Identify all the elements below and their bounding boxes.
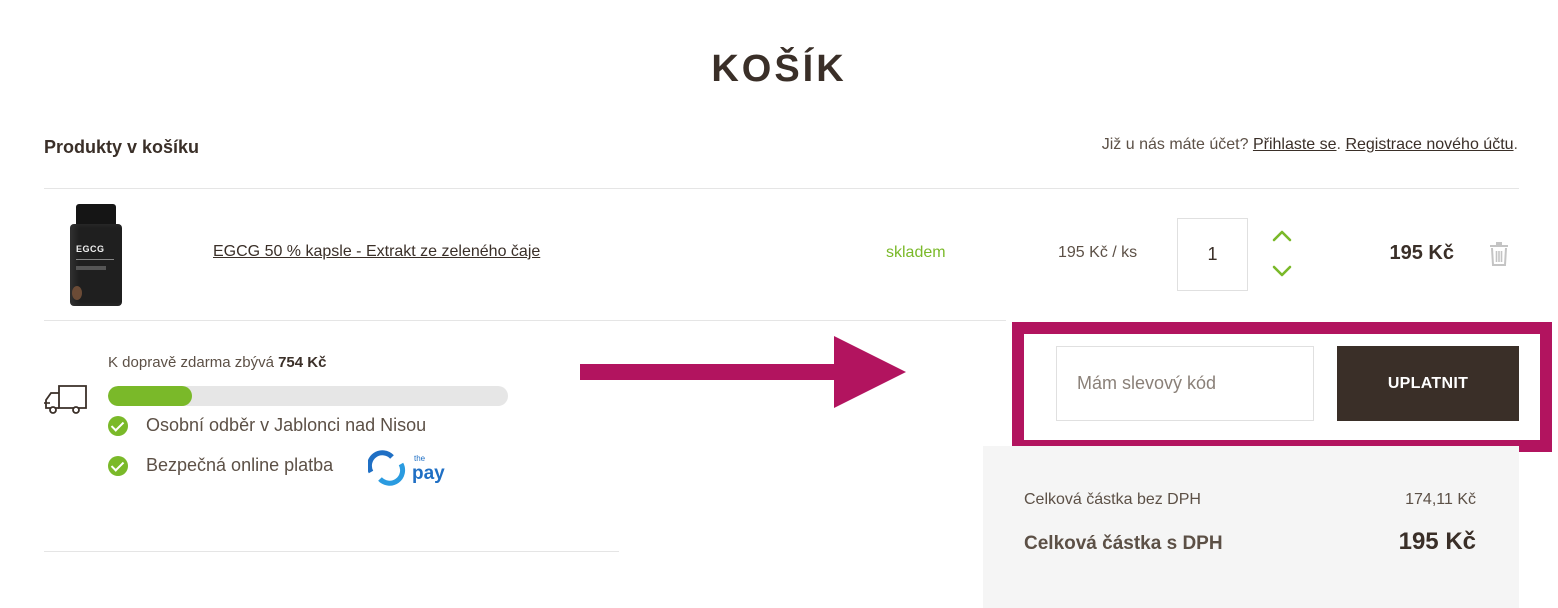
- annotation-arrow-icon: [580, 336, 906, 408]
- quantity-decrease-chevron-down-icon[interactable]: [1270, 262, 1294, 280]
- jar-leaf: [72, 286, 82, 300]
- row-total-price: 195 Kč: [1389, 242, 1455, 264]
- product-thumbnail[interactable]: EGCG: [70, 204, 122, 308]
- divider-top: [44, 188, 1519, 189]
- unit-price: 195 Kč / ks: [1058, 244, 1138, 261]
- account-separator: .: [1336, 136, 1341, 153]
- free-shipping-amount: 754 Kč: [278, 354, 327, 371]
- order-totals: Celková částka bez DPH 174,11 Kč Celková…: [983, 446, 1519, 608]
- jar-body: EGCG: [70, 224, 122, 306]
- coupon-code-input[interactable]: [1056, 346, 1314, 421]
- jar-subtext: [76, 266, 106, 270]
- jar-label: EGCG: [76, 244, 105, 254]
- free-shipping-remaining: K dopravě zdarma zbývá 754 Kč: [108, 354, 326, 371]
- feature-label: Bezpečná online platba: [146, 455, 334, 475]
- page-title: KOŠÍK: [711, 48, 847, 90]
- feature-personal-pickup: Osobní odběr v Jablonci nad Nisou: [108, 415, 426, 436]
- product-name-link[interactable]: EGCG 50 % kapsle - Extrakt ze zeleného č…: [213, 243, 540, 261]
- quantity-increase-chevron-up-icon[interactable]: [1270, 227, 1294, 245]
- free-shipping-progress-bar: [108, 386, 508, 406]
- total-net-value: 174,11 Kč: [1405, 491, 1476, 508]
- truck-icon: [44, 385, 87, 414]
- total-gross-label: Celková částka s DPH: [1024, 533, 1223, 554]
- divider-bottom-left: [44, 551, 619, 552]
- trash-icon[interactable]: [1488, 241, 1510, 267]
- feature-secure-payment: Bezpečná online platba: [108, 455, 333, 476]
- free-shipping-progress-fill: [108, 386, 192, 406]
- login-link[interactable]: Přihlaste se: [1253, 136, 1337, 153]
- account-prompt-line: Již u nás máte účet? Přihlaste se. Regis…: [1102, 136, 1518, 154]
- account-end-dot: .: [1513, 136, 1518, 153]
- check-circle-icon: [108, 455, 128, 476]
- cart-section-title: Produkty v košíku: [44, 137, 200, 157]
- jar-lid: [76, 204, 116, 226]
- thepay-small-text: the: [414, 454, 426, 463]
- thepay-big-text: pay: [412, 463, 445, 484]
- thepay-logo-icon: the pay: [368, 450, 445, 486]
- check-circle-icon: [108, 415, 128, 436]
- total-gross-value: 195 Kč: [1398, 528, 1476, 555]
- quantity-input[interactable]: 1: [1177, 218, 1248, 291]
- jar-line: [76, 259, 114, 260]
- account-prompt-text: Již u nás máte účet?: [1101, 136, 1249, 153]
- divider-product: [44, 320, 1006, 321]
- stock-status: skladem: [886, 244, 946, 261]
- apply-coupon-button[interactable]: UPLATNIT: [1337, 346, 1519, 421]
- register-link[interactable]: Registrace nového účtu: [1345, 136, 1513, 153]
- total-net-label: Celková částka bez DPH: [1024, 491, 1201, 508]
- feature-label: Osobní odběr v Jablonci nad Nisou: [146, 415, 427, 435]
- free-shipping-text: K dopravě zdarma zbývá: [108, 354, 274, 371]
